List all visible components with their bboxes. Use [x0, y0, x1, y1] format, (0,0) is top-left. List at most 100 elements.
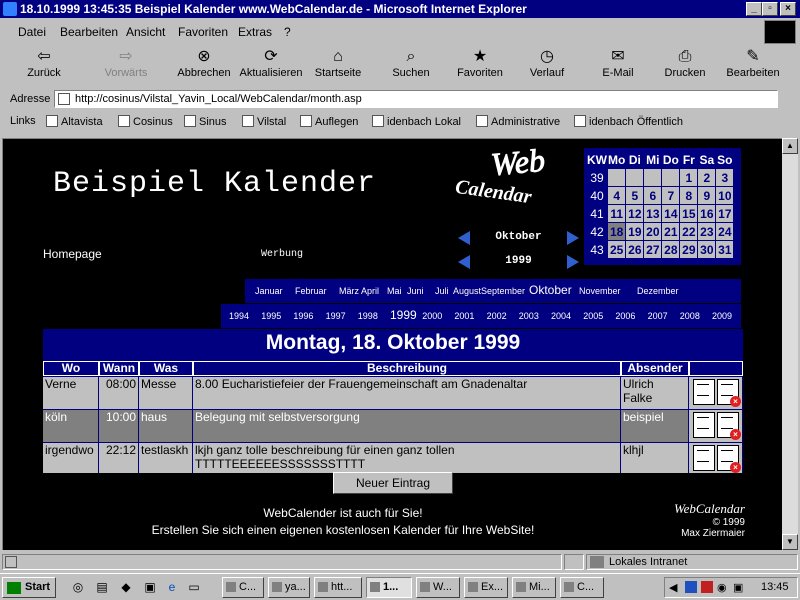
vertical-scrollbar[interactable]: ▲ ▼: [782, 138, 798, 550]
minical-day[interactable]: 26: [626, 241, 644, 258]
minical-week-number[interactable]: 39: [587, 169, 607, 186]
minical-day[interactable]: 22: [680, 223, 698, 240]
minical-day[interactable]: 8: [680, 187, 698, 204]
minical-day[interactable]: 9: [698, 187, 716, 204]
minical-day[interactable]: 31: [716, 241, 734, 258]
minical-day[interactable]: 10: [716, 187, 734, 204]
month-link[interactable]: März: [339, 286, 359, 296]
maximize-button[interactable]: ▫: [762, 2, 778, 16]
link-idenbach-lokal[interactable]: idenbach Lokal: [372, 115, 461, 128]
start-button[interactable]: Start: [2, 577, 56, 598]
task-button-active[interactable]: 1...: [366, 577, 412, 598]
month-link[interactable]: November: [579, 286, 621, 296]
quicklaunch-folder-icon[interactable]: ▭: [186, 579, 202, 595]
minical-day[interactable]: 23: [698, 223, 716, 240]
link-altavista[interactable]: Altavista: [46, 115, 103, 128]
task-button[interactable]: htt...: [314, 577, 362, 598]
volume-icon[interactable]: ◀: [669, 581, 677, 594]
task-button[interactable]: Mi...: [512, 577, 556, 598]
minical-day[interactable]: 16: [698, 205, 716, 222]
minical-day[interactable]: 14: [662, 205, 680, 222]
minical-week-number[interactable]: 40: [587, 187, 607, 204]
quicklaunch-desktop-icon[interactable]: ▤: [94, 579, 110, 595]
minical-day[interactable]: 29: [680, 241, 698, 258]
back-button[interactable]: ⇦ Zurück: [16, 47, 72, 85]
favorites-button[interactable]: ★ Favoriten: [452, 47, 508, 85]
month-link[interactable]: Februar: [295, 286, 327, 296]
tray-monitor-icon[interactable]: ▣: [733, 581, 743, 594]
month-link[interactable]: Juli: [435, 286, 449, 296]
homepage-link[interactable]: Homepage: [43, 247, 102, 261]
year-link[interactable]: 1998: [358, 311, 378, 321]
year-link[interactable]: 2008: [680, 311, 700, 321]
minical-day[interactable]: 3: [716, 169, 734, 186]
print-button[interactable]: ⎙ Drucken: [660, 47, 710, 85]
year-link[interactable]: 1999: [390, 308, 417, 322]
minical-day[interactable]: 25: [608, 241, 626, 258]
year-link[interactable]: 2003: [519, 311, 539, 321]
stop-button[interactable]: ⊗ Abbrechen: [174, 47, 234, 85]
ie-window-icon[interactable]: [3, 2, 17, 16]
month-link[interactable]: Oktober: [529, 283, 572, 297]
link-auflegen[interactable]: Auflegen: [300, 115, 358, 128]
link-administrative[interactable]: Administrative: [476, 115, 560, 128]
webcalendar-logo[interactable]: WebCalendar © 1999 Max Ziermaier: [665, 501, 745, 539]
edit-button[interactable]: ✎ Bearbeiten: [724, 47, 782, 85]
year-link[interactable]: 1996: [293, 311, 313, 321]
year-link[interactable]: 2006: [615, 311, 635, 321]
menu-favoriten[interactable]: Favoriten: [178, 25, 228, 39]
minical-day[interactable]: 17: [716, 205, 734, 222]
year-link[interactable]: 2007: [648, 311, 668, 321]
minical-day[interactable]: 27: [644, 241, 662, 258]
minical-week-number[interactable]: 41: [587, 205, 607, 222]
minical-day[interactable]: 21: [662, 223, 680, 240]
minical-day[interactable]: 18: [608, 223, 626, 240]
refresh-button[interactable]: ⟳ Aktualisieren: [238, 47, 304, 85]
next-month-arrow-icon[interactable]: [567, 231, 579, 245]
month-link[interactable]: Mai: [387, 286, 402, 296]
minical-day[interactable]: 4: [608, 187, 626, 204]
menu-datei[interactable]: Datei: [18, 25, 46, 39]
year-link[interactable]: 2004: [551, 311, 571, 321]
year-link[interactable]: 1995: [261, 311, 281, 321]
minimize-button[interactable]: _: [746, 2, 762, 16]
next-year-arrow-icon[interactable]: [567, 255, 579, 269]
history-button[interactable]: ◷ Verlauf: [524, 47, 570, 85]
year-link[interactable]: 2005: [583, 311, 603, 321]
quicklaunch-app-icon[interactable]: ◆: [118, 579, 134, 595]
year-link[interactable]: 2001: [454, 311, 474, 321]
network-icon[interactable]: [685, 581, 697, 593]
link-cosinus[interactable]: Cosinus: [118, 115, 173, 128]
year-link[interactable]: 2002: [487, 311, 507, 321]
minical-day[interactable]: 13: [644, 205, 662, 222]
month-link[interactable]: September: [481, 286, 525, 296]
minical-week-number[interactable]: 42: [587, 223, 607, 240]
edit-entry-icon[interactable]: [693, 379, 715, 405]
edit-entry-icon[interactable]: [693, 445, 715, 471]
new-entry-button[interactable]: Neuer Eintrag: [333, 472, 453, 494]
tray-clock-icon[interactable]: ◉: [717, 581, 727, 594]
quicklaunch-ie-icon[interactable]: e: [164, 579, 180, 595]
menu-bearbeiten[interactable]: Bearbeiten: [60, 25, 118, 39]
minical-day[interactable]: 20: [644, 223, 662, 240]
window-title-bar[interactable]: 18.10.1999 13:45:35 Beispiel Kalender ww…: [0, 0, 800, 18]
tray-app-icon[interactable]: [701, 581, 713, 593]
scroll-down-icon[interactable]: ▼: [782, 534, 798, 550]
delete-entry-icon[interactable]: ×: [717, 445, 741, 473]
year-link[interactable]: 1997: [326, 311, 346, 321]
task-button[interactable]: Ex...: [464, 577, 508, 598]
task-button[interactable]: C...: [560, 577, 604, 598]
minical-day[interactable]: 5: [626, 187, 644, 204]
year-link[interactable]: 1994: [229, 311, 249, 321]
minical-day[interactable]: 24: [716, 223, 734, 240]
scroll-up-icon[interactable]: ▲: [782, 138, 798, 154]
month-link[interactable]: Januar: [255, 286, 283, 296]
minical-week-number[interactable]: 43: [587, 241, 607, 258]
minical-day[interactable]: 28: [662, 241, 680, 258]
address-field[interactable]: http://cosinus/Vilstal_Yavin_Local/WebCa…: [54, 90, 778, 108]
month-link[interactable]: August: [453, 286, 481, 296]
menu-extras[interactable]: Extras: [238, 25, 272, 39]
task-button[interactable]: W...: [416, 577, 460, 598]
minical-day[interactable]: 6: [644, 187, 662, 204]
mail-button[interactable]: ✉ E-Mail: [596, 47, 640, 85]
